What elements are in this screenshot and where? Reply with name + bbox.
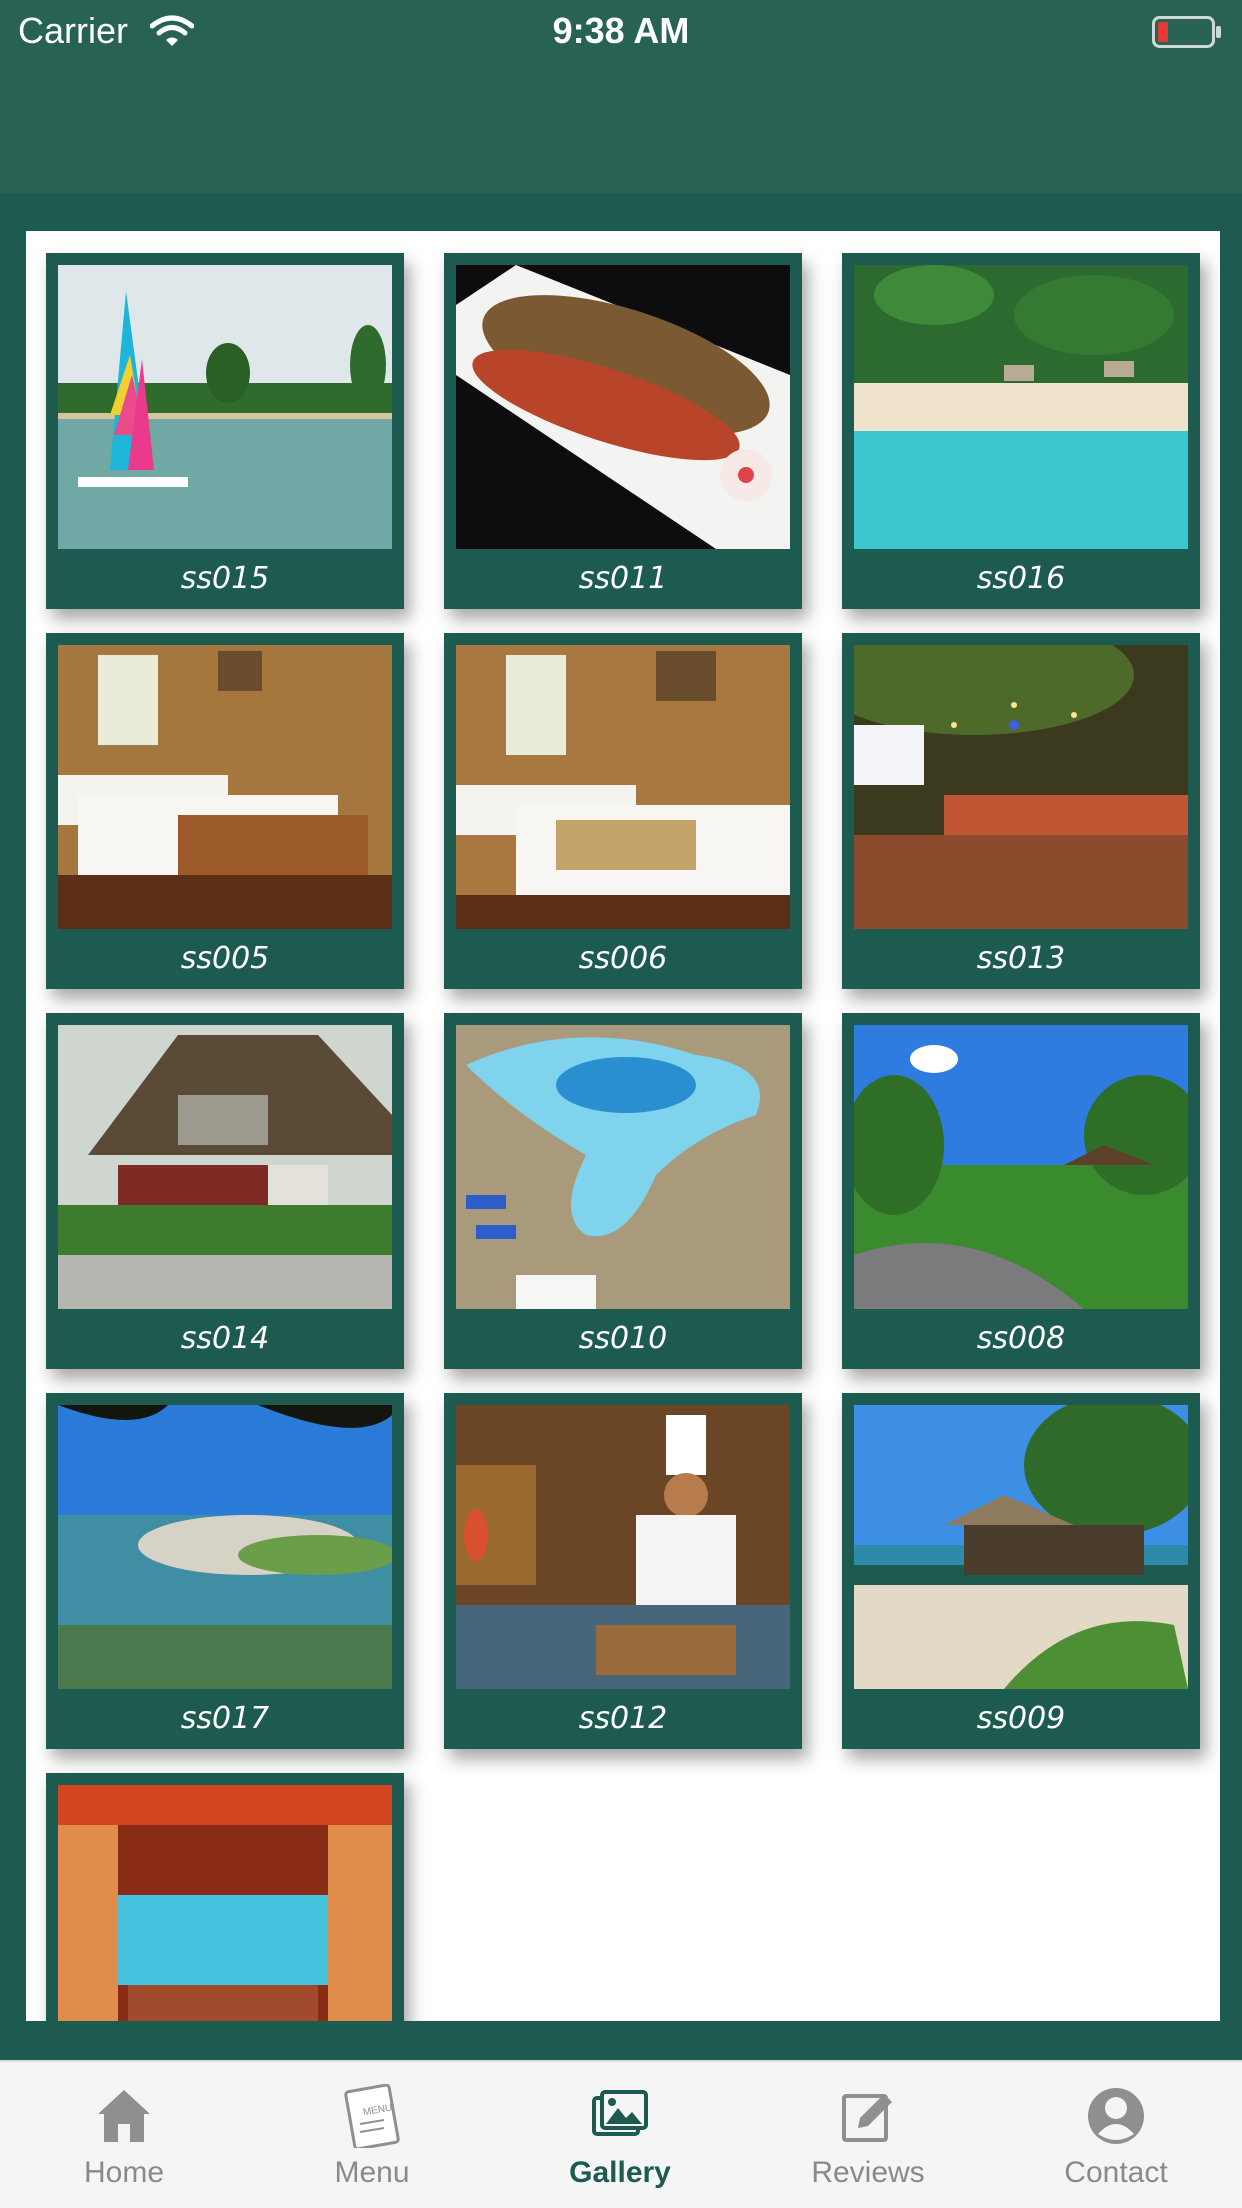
photo-caption: ss017 [180, 1701, 270, 1736]
photo-caption: ss013 [976, 941, 1066, 976]
tab-reviews[interactable]: Reviews [744, 2062, 992, 2208]
photo-caption: ss015 [180, 561, 270, 596]
tab-bar: Home MENU Menu Gallery Reviews Contact [0, 2060, 1242, 2208]
edit-icon [838, 2084, 898, 2148]
gallery-item[interactable] [46, 1773, 404, 2021]
gallery-item[interactable]: ss008 [842, 1013, 1200, 1369]
tab-gallery[interactable]: Gallery [496, 2062, 744, 2208]
photo-palm-path [854, 1025, 1188, 1309]
photo-caption: ss014 [180, 1321, 270, 1356]
gallery-icon [590, 2084, 650, 2148]
photo-fried-fish [456, 265, 790, 549]
gallery-item[interactable]: ss005 [46, 633, 404, 989]
photo-bedroom-twin-2 [456, 645, 790, 929]
gallery-item[interactable]: ss009 [842, 1393, 1200, 1749]
tab-home[interactable]: Home [0, 2062, 248, 2208]
photo-bedroom-twin [58, 645, 392, 929]
photo-caption: ss006 [578, 941, 668, 976]
battery-icon [1152, 16, 1222, 48]
person-icon [1086, 2084, 1146, 2148]
photo-aerial-beach [854, 265, 1188, 549]
home-icon [94, 2084, 154, 2148]
photo-caption: ss011 [578, 561, 668, 596]
tab-menu[interactable]: MENU Menu [248, 2062, 496, 2208]
photo-garden-dining [854, 645, 1188, 929]
tab-contact[interactable]: Contact [992, 2062, 1240, 2208]
tab-label: Contact [1064, 2156, 1168, 2189]
tab-label: Home [83, 2156, 165, 2189]
gallery-item[interactable]: ss015 [46, 253, 404, 609]
gallery-item[interactable]: ss014 [46, 1013, 404, 1369]
photo-beach-hut [854, 1405, 1188, 1689]
photo-resort-entrance [58, 1025, 392, 1309]
photo-caption: ss010 [578, 1321, 668, 1356]
gallery-item[interactable]: ss016 [842, 253, 1200, 609]
app-header: Carrier 9:38 AM [0, 0, 1242, 193]
tab-label: Menu [334, 2156, 410, 2189]
photo-caption: ss005 [180, 941, 270, 976]
photo-caption: ss008 [976, 1321, 1066, 1356]
gallery-item[interactable]: ss017 [46, 1393, 404, 1749]
gallery-item[interactable]: ss013 [842, 633, 1200, 989]
photo-chef-buffet [456, 1405, 790, 1689]
photo-caption: ss016 [976, 561, 1066, 596]
status-time: 9:38 AM [552, 10, 690, 51]
photo-ocean-view-room [58, 1785, 392, 2021]
gallery-item[interactable]: ss006 [444, 633, 802, 989]
tab-label: Gallery [569, 2156, 671, 2189]
status-bar: Carrier 9:38 AM [0, 0, 1242, 66]
gallery-grid: ss015 ss011 ss016 ss005 ss006 ss013 ss01… [26, 231, 1220, 2021]
photo-caption: ss009 [976, 1701, 1066, 1736]
tab-label: Reviews [811, 2156, 925, 2189]
photo-caption: ss012 [578, 1701, 668, 1736]
photo-rocky-shore [58, 1405, 392, 1689]
gallery-item[interactable]: ss011 [444, 253, 802, 609]
gallery-item[interactable]: ss012 [444, 1393, 802, 1749]
photo-sailboat-beach [58, 265, 392, 549]
menu-card-icon: MENU [342, 2083, 402, 2151]
gallery-item[interactable]: ss010 [444, 1013, 802, 1369]
photo-swimming-pool [456, 1025, 790, 1309]
